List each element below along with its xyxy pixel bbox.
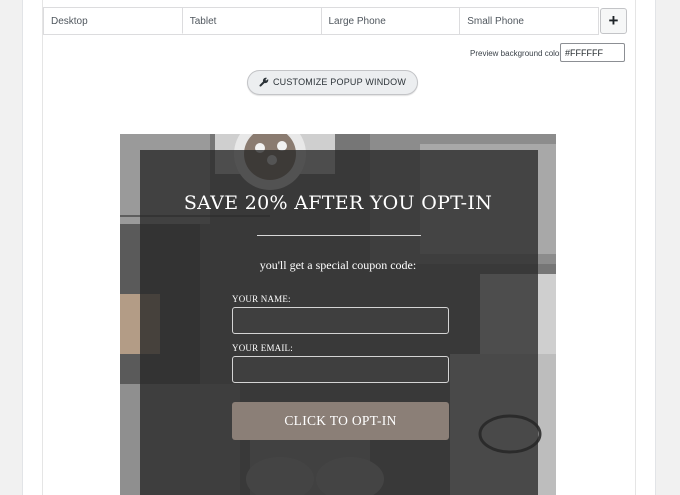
email-input[interactable] [232, 356, 449, 383]
popup-title: SAVE 20% AFTER YOU OPT-IN [183, 192, 493, 214]
customize-popup-label: CUSTOMIZE POPUP WINDOW [272, 77, 407, 87]
device-tabs: Desktop Tablet Large Phone Small Phone [43, 7, 599, 35]
email-field-label: YOUR EMAIL: [232, 343, 293, 353]
popup-subtitle: you'll get a special coupon code: [259, 258, 417, 272]
opt-in-button[interactable]: CLICK TO OPT-IN [232, 402, 449, 440]
add-device-button[interactable]: + [600, 8, 627, 34]
tab-small-phone[interactable]: Small Phone [460, 8, 598, 34]
tab-desktop[interactable]: Desktop [44, 8, 183, 34]
name-field-label: YOUR NAME: [232, 294, 291, 304]
popup-divider [257, 235, 421, 236]
name-input[interactable] [232, 307, 449, 334]
wrench-icon [259, 73, 269, 96]
tab-large-phone[interactable]: Large Phone [322, 8, 461, 34]
preview-background-input[interactable] [560, 43, 625, 62]
customize-popup-button[interactable]: CUSTOMIZE POPUP WINDOW [247, 70, 418, 95]
tab-tablet[interactable]: Tablet [183, 8, 322, 34]
preview-background-label: Preview background color [470, 49, 563, 58]
